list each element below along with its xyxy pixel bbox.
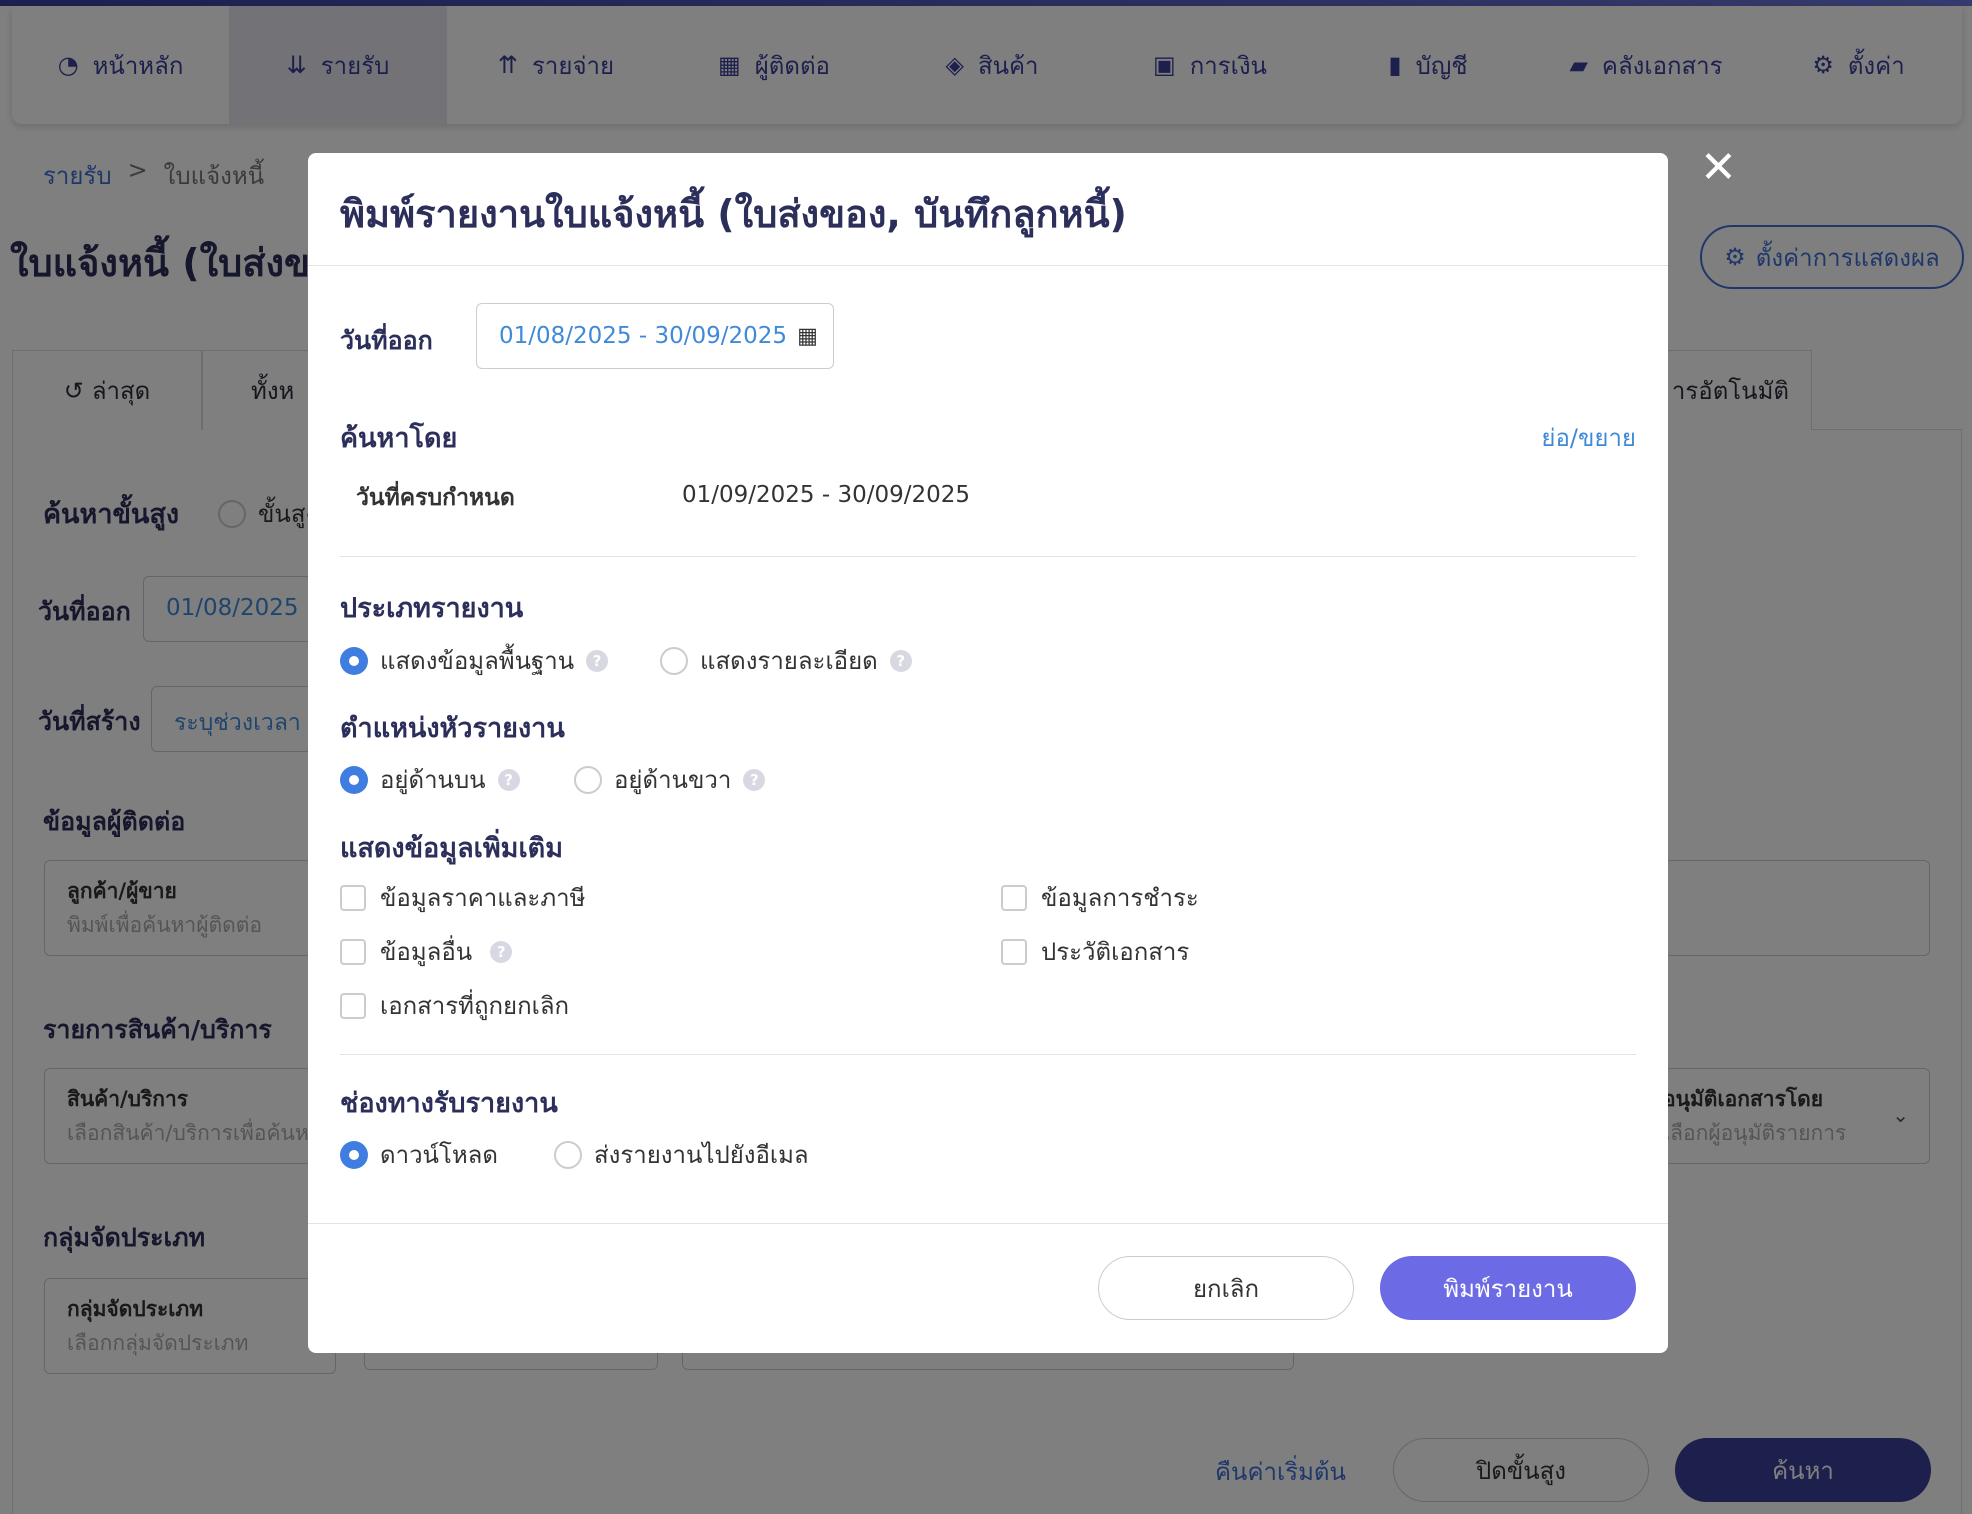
radio-circle: [660, 646, 688, 675]
price-tax-checkbox[interactable]: ข้อมูลราคาและภาษี: [340, 878, 585, 917]
radio-label: อยู่ด้านบน: [380, 766, 486, 794]
delivery-title: ช่องทางรับรายงาน: [340, 1088, 558, 1119]
header-position-right-radio[interactable]: อยู่ด้านขวา ?: [574, 760, 766, 799]
help-icon[interactable]: ?: [586, 649, 609, 672]
document-history-checkbox[interactable]: ประวัติเอกสาร: [1001, 932, 1189, 971]
dialog-title: พิมพ์รายงานใบแจ้งหนี้ (ใบส่งของ, บันทึกล…: [340, 192, 1127, 236]
radio-label: แสดงข้อมูลพื้นฐาน: [380, 647, 575, 675]
checkbox-label: ข้อมูลราคาและภาษี: [380, 884, 586, 912]
delivery-download-radio[interactable]: ดาวน์โหลด: [340, 1135, 498, 1174]
radio-label: ส่งรายงานไปยังอีเมล: [594, 1141, 809, 1169]
other-info-checkbox[interactable]: ข้อมูลอื่น ?: [340, 932, 513, 971]
radio-circle-selected: [340, 765, 368, 794]
issue-date-range-input[interactable]: 01/08/2025 - 30/09/2025 ▦: [476, 303, 834, 369]
due-date-range: 01/09/2025 - 30/09/2025: [682, 482, 971, 508]
collapse-expand-link[interactable]: ย่อ/ขยาย: [1541, 418, 1636, 457]
checkbox-square: [1001, 938, 1027, 965]
checkbox-label: เอกสารที่ถูกยกเลิก: [380, 992, 570, 1020]
issue-date-label: วันที่ออก: [340, 326, 433, 355]
radio-label: ดาวน์โหลด: [380, 1141, 498, 1169]
divider: [340, 556, 1636, 557]
radio-label: อยู่ด้านขวา: [614, 766, 732, 794]
issue-date-range-value: 01/08/2025 - 30/09/2025: [499, 323, 788, 349]
divider: [340, 1054, 1636, 1055]
cancel-button[interactable]: ยกเลิก: [1098, 1256, 1354, 1320]
checkbox-label: ประวัติเอกสาร: [1041, 938, 1190, 966]
due-date-label: วันที่ครบกำหนด: [356, 485, 515, 511]
search-by-title: ค้นหาโดย: [340, 423, 458, 454]
report-type-title: ประเภทรายงาน: [340, 593, 524, 624]
checkbox-square: [340, 884, 366, 911]
report-type-basic-radio[interactable]: แสดงข้อมูลพื้นฐาน ?: [340, 641, 609, 680]
calendar-icon: ▦: [797, 323, 818, 349]
radio-circle-selected: [340, 1140, 368, 1169]
radio-label: แสดงรายละเอียด: [700, 647, 878, 675]
help-icon[interactable]: ?: [490, 940, 513, 963]
extra-info-title: แสดงข้อมูลเพิ่มเติม: [340, 833, 564, 864]
checkbox-label: ข้อมูลอื่น: [380, 938, 473, 966]
checkbox-label: ข้อมูลการชำระ: [1041, 884, 1199, 912]
header-position-title: ตำแหน่งหัวรายงาน: [340, 713, 565, 744]
help-icon[interactable]: ?: [743, 768, 766, 791]
help-icon[interactable]: ?: [497, 768, 520, 791]
cancelled-docs-checkbox[interactable]: เอกสารที่ถูกยกเลิก: [340, 986, 569, 1025]
dialog-footer: ยกเลิก พิมพ์รายงาน: [308, 1223, 1668, 1353]
payment-checkbox[interactable]: ข้อมูลการชำระ: [1001, 878, 1199, 917]
radio-circle-selected: [340, 646, 368, 675]
print-report-dialog: พิมพ์รายงานใบแจ้งหนี้ (ใบส่งของ, บันทึกล…: [308, 153, 1668, 1353]
delivery-email-radio[interactable]: ส่งรายงานไปยังอีเมล: [554, 1135, 809, 1174]
radio-circle: [554, 1140, 582, 1169]
radio-circle: [574, 765, 602, 794]
header-position-top-radio[interactable]: อยู่ด้านบน ?: [340, 760, 520, 799]
checkbox-square: [1001, 884, 1027, 911]
report-type-detail-radio[interactable]: แสดงรายละเอียด ?: [660, 641, 912, 680]
print-report-button[interactable]: พิมพ์รายงาน: [1380, 1256, 1636, 1320]
help-icon[interactable]: ?: [889, 649, 912, 672]
close-icon[interactable]: ✕: [1700, 146, 1737, 190]
checkbox-square: [340, 938, 366, 965]
checkbox-square: [340, 992, 366, 1019]
dialog-header: พิมพ์รายงานใบแจ้งหนี้ (ใบส่งของ, บันทึกล…: [308, 153, 1668, 266]
